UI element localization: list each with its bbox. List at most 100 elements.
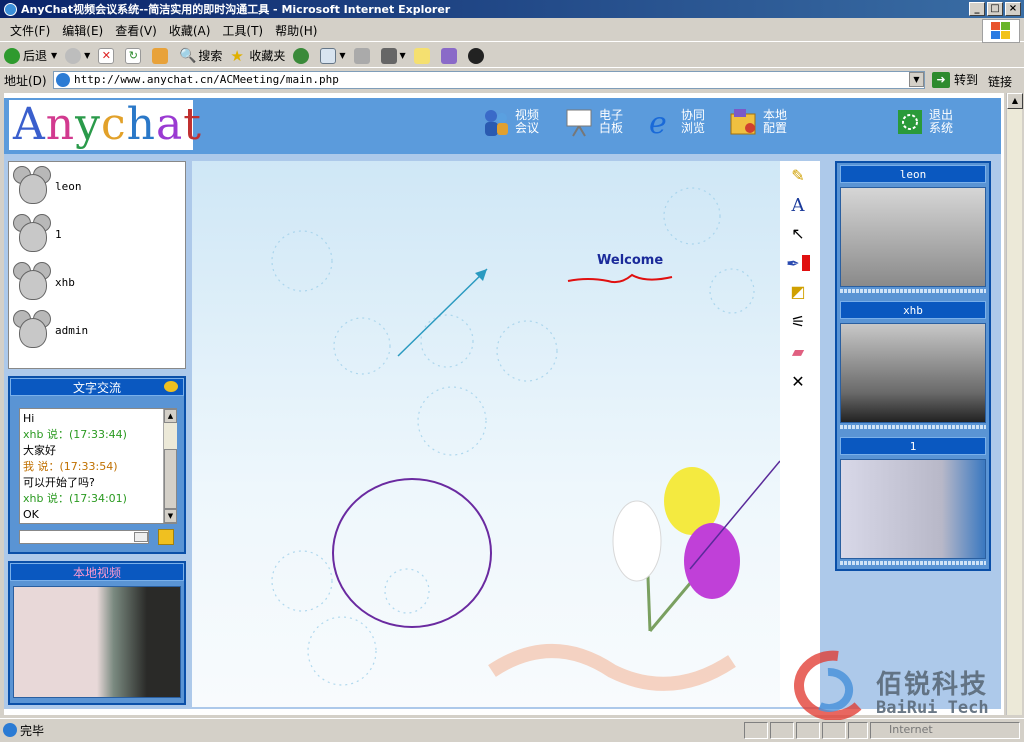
zone-segment: Internet — [870, 722, 1020, 739]
back-button[interactable]: 后退 ▼ — [4, 47, 57, 64]
favorites-button[interactable]: ★ 收藏夹 — [230, 47, 285, 64]
qq-button[interactable] — [467, 47, 487, 64]
chat-message: 大家好 — [23, 444, 56, 457]
close-button[interactable]: × — [1005, 2, 1021, 16]
status-text: 完毕 — [20, 724, 45, 738]
user-item[interactable]: 1 — [13, 214, 62, 254]
links-button[interactable]: 链接 — [988, 73, 1012, 90]
clear-icon[interactable]: ✕ — [780, 369, 816, 393]
mail-icon — [320, 47, 337, 64]
go-button[interactable]: ➜ 转到 — [932, 71, 978, 88]
page-scrollbar[interactable]: ▲ — [1006, 93, 1023, 715]
scroll-up-icon[interactable]: ▲ — [164, 409, 177, 423]
page-status-icon — [3, 723, 17, 737]
watermark-cn: 佰锐科技 — [876, 670, 989, 700]
scroll-down-icon[interactable]: ▼ — [164, 509, 177, 523]
status-segment — [848, 722, 868, 739]
media-button[interactable] — [293, 47, 312, 64]
nav-exit-l1: 退出 — [929, 108, 954, 122]
video-slot: 1 — [840, 437, 986, 565]
app-header: Anychat 视频 会议 电子 白板 e 协同 浏览 本地 配置 退出 系统 — [4, 98, 1001, 154]
user-item[interactable]: xhb — [13, 262, 75, 302]
chat-meta: 我 说：(17:33:54) — [23, 460, 118, 473]
menu-file[interactable]: 文件(F) — [10, 22, 50, 39]
go-arrow-icon: ➜ — [932, 71, 950, 88]
send-button[interactable] — [158, 529, 174, 545]
user-name: xhb — [55, 275, 75, 289]
research-button[interactable] — [440, 47, 460, 64]
home-button[interactable] — [152, 47, 171, 64]
minimize-button[interactable]: _ — [969, 2, 985, 16]
address-dropdown-button[interactable]: ▼ — [909, 72, 924, 87]
maximize-button[interactable]: □ — [987, 2, 1003, 16]
zone-text: Internet — [889, 723, 933, 736]
line-style-icon[interactable]: ⚟ — [780, 309, 816, 333]
chat-spin-icon[interactable] — [134, 532, 148, 542]
chat-input[interactable] — [19, 530, 149, 544]
standard-toolbar: 后退 ▼ ▼ ✕ ↻ 🔍 搜索 ★ 收藏夹 ▼ ▼ — [0, 44, 1024, 68]
mouse-avatar-icon — [13, 310, 53, 350]
nav-config-l1: 本地 — [763, 108, 788, 122]
menu-edit[interactable]: 编辑(E) — [62, 22, 103, 39]
nav-video-meeting[interactable]: 视频 会议 — [480, 106, 539, 138]
fill-bucket-icon[interactable]: ◩ — [780, 279, 816, 303]
refresh-button[interactable]: ↻ — [125, 47, 144, 64]
video-slot: leon — [840, 165, 986, 293]
menu-help[interactable]: 帮助(H) — [275, 22, 317, 39]
eraser-icon[interactable]: ▰ — [780, 339, 816, 363]
note-icon — [413, 47, 430, 64]
user-item[interactable]: leon — [13, 166, 82, 206]
home-icon — [152, 47, 169, 64]
research-icon — [440, 47, 457, 64]
pointer-icon[interactable]: ↖ — [780, 221, 816, 245]
chat-scrollbar[interactable]: ▲ ▼ — [163, 409, 177, 523]
chat-title: 文字交流 — [10, 378, 184, 396]
nav-video-l2: 会议 — [515, 121, 540, 135]
text-tool-icon[interactable]: A — [780, 193, 816, 217]
scroll-up-icon[interactable]: ▲ — [1007, 93, 1023, 109]
user-name: 1 — [55, 227, 62, 241]
pencil-icon[interactable]: ✎ — [780, 163, 816, 187]
menu-favorites[interactable]: 收藏(A) — [169, 22, 211, 39]
nav-local-config[interactable]: 本地 配置 — [728, 106, 787, 138]
address-input[interactable]: http://www.anychat.cn/ACMeeting/main.php — [53, 71, 925, 89]
menu-tools[interactable]: 工具(T) — [222, 22, 263, 39]
welcome-text: Welcome — [597, 253, 664, 268]
remote-video-column: leon xhb 1 — [835, 161, 991, 571]
stop-icon: ✕ — [98, 47, 115, 64]
search-button[interactable]: 🔍 搜索 — [179, 47, 222, 64]
windows-logo-icon — [982, 19, 1020, 43]
favorites-label: 收藏夹 — [249, 49, 286, 63]
chat-log[interactable]: Hi xhb 说：(17:33:44) 大家好 我 说：(17:33:54) 可… — [19, 408, 177, 524]
nav-exit[interactable]: 退出 系统 — [894, 106, 953, 138]
exit-icon — [894, 106, 926, 138]
nav-cobrowse[interactable]: e 协同 浏览 — [646, 106, 705, 138]
menu-view[interactable]: 查看(V) — [115, 22, 157, 39]
edit-icon — [380, 47, 397, 64]
stop-button[interactable]: ✕ — [98, 47, 117, 64]
address-label: 地址(D) — [4, 73, 47, 88]
whiteboard-canvas[interactable]: Welcome — [192, 161, 780, 707]
user-item[interactable]: admin — [13, 310, 88, 350]
chat-bubble-icon — [164, 381, 178, 392]
nav-config-l2: 配置 — [763, 121, 788, 135]
meeting-icon — [480, 106, 512, 138]
media-icon — [293, 47, 310, 64]
print-button[interactable] — [353, 47, 373, 64]
go-label: 转到 — [954, 73, 979, 87]
pen-color-icon[interactable]: ✒ — [780, 251, 816, 275]
whiteboard-icon — [564, 106, 596, 138]
mouse-avatar-icon — [13, 214, 53, 254]
mouse-avatar-icon — [13, 166, 53, 206]
refresh-icon: ↻ — [125, 47, 142, 64]
chat-message: Hi — [23, 412, 35, 425]
penguin-icon — [467, 47, 484, 64]
mail-button[interactable]: ▼ — [320, 47, 346, 64]
discuss-button[interactable] — [413, 47, 433, 64]
nav-cobrowse-l1: 协同 — [681, 108, 706, 122]
forward-button[interactable]: ▼ — [65, 47, 90, 64]
scroll-thumb[interactable] — [164, 449, 177, 509]
edit-button[interactable]: ▼ — [380, 47, 406, 64]
nav-whiteboard[interactable]: 电子 白板 — [564, 106, 623, 138]
video-slot: xhb — [840, 301, 986, 429]
